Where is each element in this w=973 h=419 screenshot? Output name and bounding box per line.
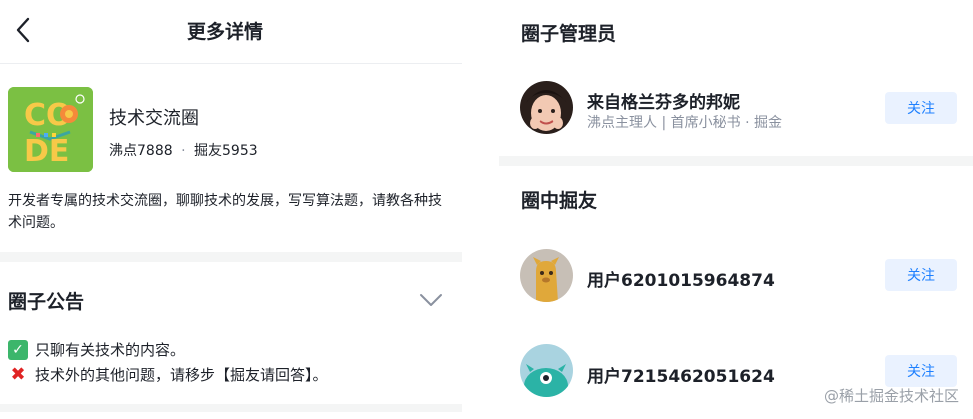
page-title: 更多详情 xyxy=(186,21,263,43)
member-name[interactable]: 用户7215462051624 xyxy=(587,362,775,387)
stats-separator: · xyxy=(181,143,186,159)
watermark: @稀土掘金技术社区 xyxy=(823,387,959,405)
notice-line-2: ✖ 技术外的其他问题，请移步【掘友请回答】。 xyxy=(8,364,328,385)
notice-line-1: ✓ 只聊有关技术的内容。 xyxy=(8,339,185,360)
circle-description: 开发者专属的技术交流圈，聊聊技术的发展，写写算法题，请教各种技术问题。 xyxy=(8,193,442,231)
notice-line-text: 只聊有关技术的内容。 xyxy=(35,341,186,359)
section-divider xyxy=(0,252,462,262)
check-mark-icon: ✓ xyxy=(8,339,28,360)
admins-title: 圈子管理员 xyxy=(521,23,617,45)
avatar[interactable] xyxy=(520,249,573,302)
points-count: 沸点7888 xyxy=(109,143,173,159)
avatar[interactable] xyxy=(520,81,573,134)
top-bar: 更多详情 xyxy=(0,0,462,64)
follow-button[interactable]: 关注 xyxy=(885,92,957,124)
admin-subtitle: 沸点主理人 | 首席小秘书 · 掘金 xyxy=(587,115,782,131)
circle-stats: 沸点7888 · 掘友5953 xyxy=(109,140,258,160)
circle-details-panel: 更多详情 CO DE 技术交流圈 沸点7888 · 掘友5953 开发者专属的技… xyxy=(0,0,462,419)
member-name[interactable]: 用户6201015964874 xyxy=(587,266,775,291)
avatar[interactable] xyxy=(520,344,573,397)
admin-name[interactable]: 来自格兰芬多的邦妮 xyxy=(587,88,740,113)
circle-members-panel: 圈子管理员 来自格兰芬多的邦妮 沸点主理人 | 首席小秘书 · 掘金 关注 圈中… xyxy=(499,0,973,419)
follow-button[interactable]: 关注 xyxy=(885,259,957,291)
circle-name: 技术交流圈 xyxy=(109,108,199,129)
notice-line-text: 技术外的其他问题，请移步【掘友请回答】。 xyxy=(35,366,328,384)
members-title: 圈中掘友 xyxy=(521,190,598,212)
section-divider xyxy=(499,156,973,166)
cross-mark-icon: ✖ xyxy=(10,364,26,385)
section-divider xyxy=(0,404,462,412)
chevron-down-icon[interactable] xyxy=(418,290,444,310)
notice-title: 圈子公告 xyxy=(8,291,85,313)
members-count: 掘友5953 xyxy=(194,143,258,159)
logo-text-bottom: DE xyxy=(24,134,69,169)
follow-button[interactable]: 关注 xyxy=(885,355,957,387)
circle-logo: CO DE xyxy=(8,87,93,172)
